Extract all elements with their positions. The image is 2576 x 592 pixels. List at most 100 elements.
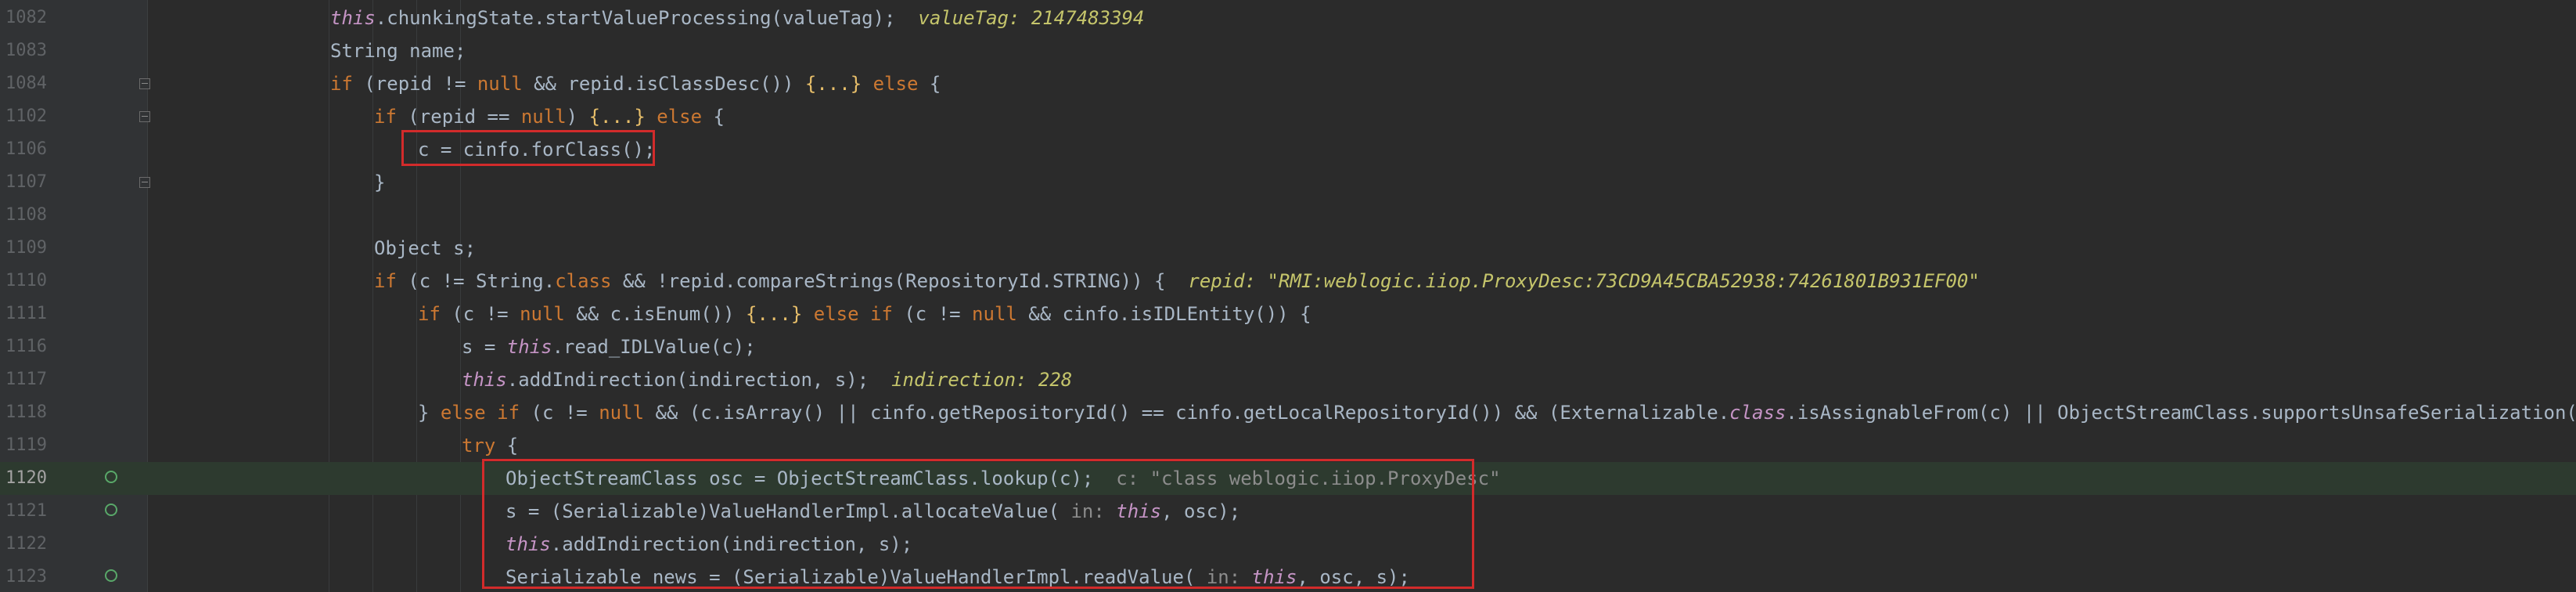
code-text[interactable]: if (repid != null && repid.isClassDesc()…: [330, 67, 941, 100]
code-token: this: [330, 7, 376, 29]
inline-debug-value: repid: "RMI:weblogic.iiop.ProxyDesc:73CD…: [1165, 270, 1980, 292]
line-number[interactable]: 1083: [0, 34, 47, 67]
code-text[interactable]: if (c != null && c.isEnum()) {...} else …: [418, 298, 1311, 330]
code-token: (c !=: [440, 303, 520, 325]
line-number[interactable]: 1102: [0, 100, 47, 133]
line-number[interactable]: 1109: [0, 232, 47, 265]
code-text[interactable]: if (repid == null) {...} else {: [374, 100, 725, 133]
code-text[interactable]: }: [374, 166, 385, 199]
code-text[interactable]: try {: [462, 429, 518, 462]
inline-debug-value: valueTag: 2147483394: [895, 7, 1145, 29]
code-token: class: [555, 270, 612, 292]
code-token: this: [506, 336, 552, 358]
code-token: (c !=: [892, 303, 973, 325]
code-token: }: [374, 171, 386, 193]
code-token: (c !=: [520, 402, 599, 424]
code-token: if: [374, 106, 397, 128]
code-token: && (c.isArray() || cinfo.getRepositoryId…: [644, 402, 1730, 424]
line-number[interactable]: 1084: [0, 67, 47, 100]
code-token: String name;: [330, 40, 466, 62]
code-token: null: [520, 303, 565, 325]
highlight-box-forclass: [401, 130, 655, 166]
line-number[interactable]: 1122: [0, 528, 47, 561]
code-token: {...}: [588, 106, 646, 128]
line-number[interactable]: 1116: [0, 330, 47, 363]
line-number[interactable]: 1108: [0, 199, 47, 232]
fold-toggle-icon[interactable]: [139, 111, 150, 122]
code-text[interactable]: } else if (c != null && (c.isArray() || …: [418, 396, 2576, 429]
line-number[interactable]: 1111: [0, 298, 47, 330]
code-line[interactable]: 1102 if (repid == null) {...} else {: [0, 100, 2576, 133]
line-number[interactable]: 1107: [0, 166, 47, 199]
fold-toggle-icon[interactable]: [139, 78, 150, 89]
code-token: {: [918, 73, 941, 95]
code-token: null: [599, 402, 645, 424]
line-number[interactable]: 1120: [0, 462, 47, 495]
code-line[interactable]: 1083 String name;: [0, 34, 2576, 67]
code-token: null: [477, 73, 523, 95]
line-number[interactable]: 1110: [0, 265, 47, 298]
code-line[interactable]: 1117 this.addIndirection(indirection, s);…: [0, 363, 2576, 396]
code-token: .read_IDLValue(c);: [552, 336, 756, 358]
code-editor[interactable]: 1082 this.chunkingState.startValueProcess…: [0, 0, 2576, 592]
code-token: .isAssignableFrom(c) || ObjectStreamClas…: [1786, 402, 2576, 424]
code-text[interactable]: if (c != String.class && !repid.compareS…: [374, 265, 1980, 298]
breakpoint-icon[interactable]: [105, 504, 117, 516]
breakpoint-icon[interactable]: [105, 569, 117, 582]
code-token: && c.isEnum()): [564, 303, 747, 325]
fold-toggle-icon[interactable]: [139, 177, 150, 188]
code-line[interactable]: 1082 this.chunkingState.startValueProcess…: [0, 2, 2576, 34]
code-token: null: [520, 106, 567, 128]
code-token: {: [495, 435, 519, 457]
line-number[interactable]: 1118: [0, 396, 47, 429]
code-token: this: [462, 369, 507, 391]
line-number[interactable]: 1123: [0, 561, 47, 592]
code-token: && repid.isClassDesc()): [522, 73, 805, 95]
code-text[interactable]: String name;: [330, 34, 466, 67]
code-token: if: [330, 73, 353, 95]
code-token: (repid !=: [352, 73, 477, 95]
code-token: if: [374, 270, 397, 292]
code-token: s =: [462, 336, 507, 358]
line-number[interactable]: 1119: [0, 429, 47, 462]
code-text[interactable]: this.chunkingState.startValueProcessing(…: [330, 2, 1144, 34]
code-token: (c != String.: [396, 270, 556, 292]
code-token: {...}: [746, 303, 803, 325]
code-line[interactable]: 1111 if (c != null && c.isEnum()) {...} e…: [0, 298, 2576, 330]
line-number[interactable]: 1121: [0, 495, 47, 528]
code-token: try: [462, 435, 496, 457]
code-token: else if: [440, 402, 520, 424]
code-token: && cinfo.isIDLEntity()) {: [1016, 303, 1311, 325]
line-number[interactable]: 1106: [0, 133, 47, 166]
code-token: .chunkingState.startValueProcessing(valu…: [375, 7, 896, 29]
code-token: {...}: [804, 73, 862, 95]
code-token: Object s;: [374, 237, 477, 259]
code-text[interactable]: s = this.read_IDLValue(c);: [462, 330, 756, 363]
code-text[interactable]: this.addIndirection(indirection, s); ind…: [462, 363, 1072, 396]
code-token: .addIndirection(indirection, s);: [506, 369, 869, 391]
code-token: {: [702, 106, 725, 128]
code-line[interactable]: 1110 if (c != String.class && !repid.comp…: [0, 265, 2576, 298]
code-token: else: [645, 106, 703, 128]
code-token: else: [862, 73, 919, 95]
code-token: else if: [802, 303, 893, 325]
breakpoint-icon[interactable]: [105, 471, 117, 483]
line-number[interactable]: 1117: [0, 363, 47, 396]
inline-debug-value: indirection: 228: [869, 369, 1073, 391]
code-token: if: [418, 303, 441, 325]
code-line[interactable]: 1109 Object s;: [0, 232, 2576, 265]
code-line[interactable]: 1084 if (repid != null && repid.isClassDe…: [0, 67, 2576, 100]
code-token: (repid ==: [396, 106, 521, 128]
code-text[interactable]: Object s;: [374, 232, 476, 265]
code-line[interactable]: 1118 } else if (c != null && (c.isArray()…: [0, 396, 2576, 429]
highlight-box-lookup-block: [482, 459, 1474, 589]
code-line[interactable]: 1108: [0, 199, 2576, 232]
code-token: ): [566, 106, 589, 128]
code-token: class: [1729, 402, 1786, 424]
code-line[interactable]: 1107}: [0, 166, 2576, 199]
code-line[interactable]: 1106 c = cinfo.forClass();: [0, 133, 2576, 166]
code-line[interactable]: 1119 try {: [0, 429, 2576, 462]
code-line[interactable]: 1116 s = this.read_IDLValue(c);: [0, 330, 2576, 363]
line-number[interactable]: 1082: [0, 2, 47, 34]
code-token: null: [972, 303, 1017, 325]
